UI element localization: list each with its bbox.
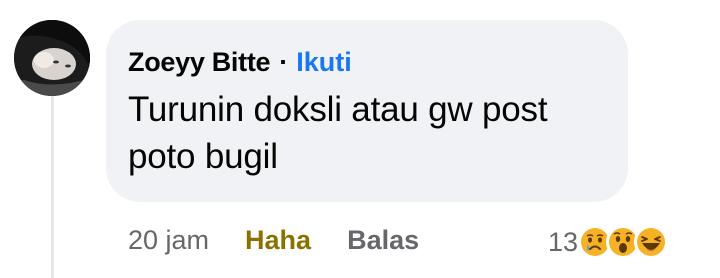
comment-header: Zoeyy Bitte · Ikuti bbox=[128, 44, 604, 80]
comment-actions: 20 jam Haha Balas bbox=[128, 220, 419, 260]
comment-thread: Zoeyy Bitte · Ikuti Turunin doksli atau … bbox=[0, 0, 720, 278]
comment-text: Turunin doksli atau gw post poto bugil bbox=[128, 90, 548, 176]
haha-reaction-button[interactable]: Haha bbox=[245, 225, 311, 256]
reply-button[interactable]: Balas bbox=[347, 225, 419, 256]
thread-line bbox=[51, 92, 54, 278]
haha-icon bbox=[634, 225, 669, 259]
follow-button[interactable]: Ikuti bbox=[296, 47, 352, 78]
reaction-summary[interactable]: 13 bbox=[548, 222, 669, 262]
reaction-count: 13 bbox=[548, 226, 579, 257]
author-name[interactable]: Zoeyy Bitte bbox=[128, 47, 271, 78]
avatar-image bbox=[14, 20, 90, 96]
timestamp[interactable]: 20 jam bbox=[128, 225, 209, 256]
avatar[interactable] bbox=[14, 20, 90, 96]
comment-bubble: Zoeyy Bitte · Ikuti Turunin doksli atau … bbox=[106, 20, 628, 202]
separator-dot: · bbox=[279, 46, 289, 77]
